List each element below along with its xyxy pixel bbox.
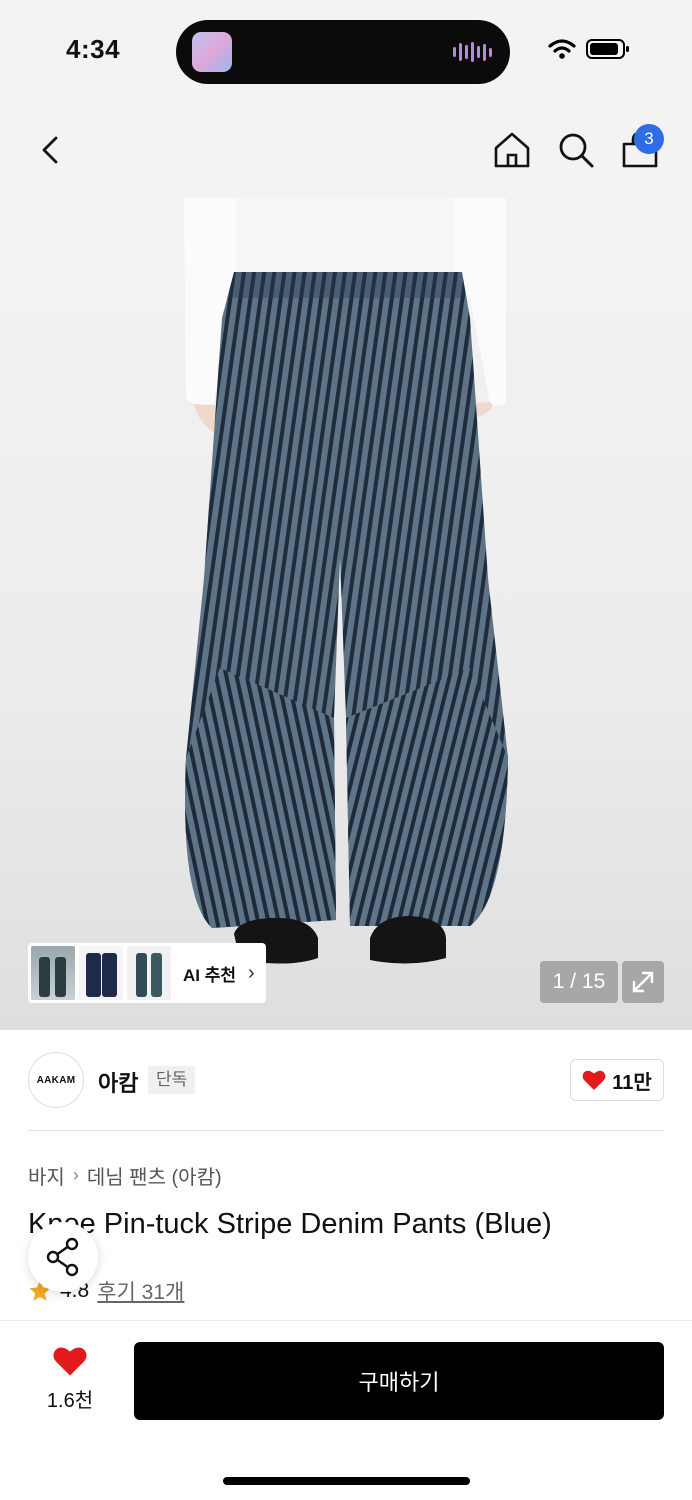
heart-icon [582, 1070, 606, 1090]
share-button[interactable] [28, 1222, 98, 1292]
bottom-action-bar: 1.6천 구매하기 [0, 1320, 692, 1500]
chevron-right-icon: › [248, 961, 255, 984]
share-icon [46, 1237, 79, 1277]
heart-icon [53, 1347, 87, 1376]
expand-icon[interactable] [622, 961, 664, 1003]
recommend-thumbnail[interactable] [31, 946, 75, 1000]
breadcrumb-category[interactable]: 바지 [28, 1161, 65, 1190]
product-like-count: 1.6천 [46, 1390, 94, 1412]
search-icon[interactable] [556, 130, 596, 170]
system-icons [548, 38, 630, 60]
recommend-thumbnail[interactable] [79, 946, 123, 1000]
image-counter: 1 / 15 [540, 961, 618, 1003]
brand-like-button[interactable]: 11만 [570, 1059, 664, 1101]
dynamic-island [176, 20, 510, 84]
breadcrumb: 바지 › 데님 팬츠 (아캄) [28, 1161, 222, 1190]
status-bar: 4:34 [0, 0, 692, 100]
product-photo [184, 198, 509, 964]
product-like-button[interactable]: 1.6천 [30, 1345, 110, 1415]
battery-icon [586, 39, 629, 59]
cart-count-badge: 3 [634, 124, 664, 154]
product-title: Knee Pin-tuck Stripe Denim Pants (Blue) [28, 1208, 552, 1240]
buy-button[interactable]: 구매하기 [134, 1342, 664, 1420]
exclusive-badge: 단독 [148, 1066, 196, 1094]
status-time: 4:34 [66, 34, 121, 64]
wifi-icon [548, 39, 576, 59]
home-icon[interactable] [492, 130, 532, 170]
home-indicator [223, 1477, 470, 1485]
chevron-right-icon: › [72, 1165, 79, 1185]
product-image-gallery[interactable]: AI 추천 › 1 / 15 [0, 198, 692, 1030]
back-arrow-icon[interactable] [34, 130, 66, 170]
brand-row: AAKAM 아캄 단독 11만 [28, 1052, 664, 1110]
top-nav-bar [0, 100, 692, 198]
recommend-thumbnail[interactable] [127, 946, 171, 1000]
ai-recommend-label: AI 추천 [183, 965, 237, 985]
breadcrumb-subcategory[interactable]: 데님 팬츠 (아캄) [87, 1161, 222, 1190]
audio-wave-icon [453, 42, 492, 62]
brand-like-count: 11만 [612, 1071, 652, 1094]
brand-logo[interactable]: AAKAM [28, 1052, 84, 1108]
divider [28, 1130, 664, 1131]
review-count-link[interactable]: 후기 31개 [97, 1276, 184, 1306]
now-playing-app-icon [192, 32, 232, 72]
ai-recommend-strip[interactable]: AI 추천 › [28, 943, 266, 1003]
brand-name[interactable]: 아캄 [98, 1066, 138, 1098]
